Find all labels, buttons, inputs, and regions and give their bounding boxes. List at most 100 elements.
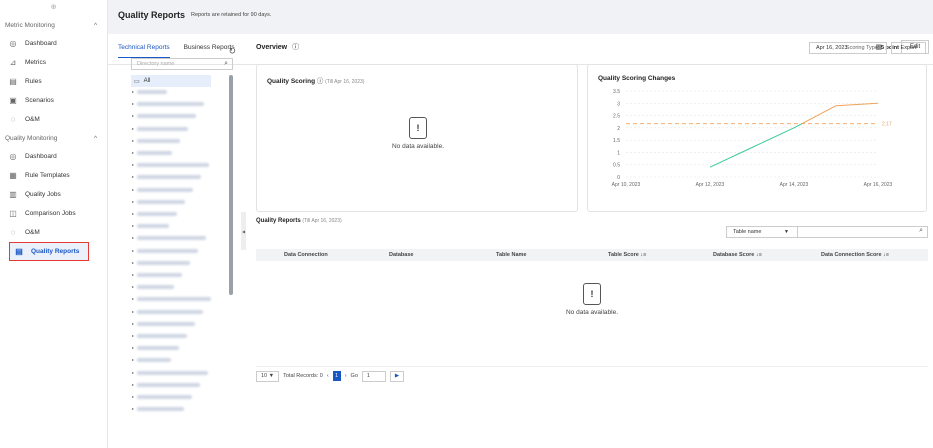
tree-expand-icon[interactable]: ▸ bbox=[132, 345, 134, 350]
tree-expand-icon[interactable]: ▸ bbox=[132, 150, 134, 155]
col-database-score[interactable]: Database Score ↓≡ bbox=[713, 252, 762, 258]
tree-node[interactable] bbox=[137, 285, 174, 290]
tree-node-all-label: All bbox=[143, 78, 151, 84]
sort-icon[interactable]: ↓≡ bbox=[883, 252, 889, 258]
calendar-icon[interactable]: ▦ bbox=[875, 43, 882, 53]
page-size-select[interactable]: 10 ▼ bbox=[256, 370, 280, 382]
sidebar-item-quality-reports[interactable]: ▤ Quality Reports bbox=[9, 242, 89, 261]
tree-expand-icon[interactable]: ▸ bbox=[132, 138, 134, 143]
tree-node[interactable] bbox=[137, 358, 171, 363]
chevron-up-icon[interactable]: ^ bbox=[94, 135, 97, 142]
collapse-handle[interactable]: ◀ bbox=[241, 212, 246, 250]
sidebar-item-scenarios[interactable]: ▣ Scenarios bbox=[0, 91, 107, 110]
tree-node[interactable] bbox=[137, 90, 167, 94]
go-page-input[interactable]: 1 bbox=[361, 370, 386, 382]
tree-expand-icon[interactable]: ▸ bbox=[132, 223, 134, 228]
tree-expand-icon[interactable]: ▸ bbox=[132, 260, 134, 265]
sidebar-item-rule-templates[interactable]: ▦ Rule Templates bbox=[0, 166, 107, 185]
date-picker[interactable]: Apr 16, 2023 ▦ bbox=[809, 42, 887, 54]
filter-select[interactable]: Table name ▼ bbox=[726, 226, 798, 238]
tree-node[interactable] bbox=[137, 260, 190, 265]
export-button[interactable]: Export bbox=[891, 42, 926, 54]
tree-expand-icon[interactable]: ▸ bbox=[132, 357, 134, 362]
sidebar-item-dashboard[interactable]: ◎ Dashboard bbox=[0, 34, 107, 53]
overview-title-text: Overview bbox=[256, 44, 288, 51]
tree-expand-icon[interactable]: ▸ bbox=[132, 333, 134, 338]
tree-node[interactable] bbox=[137, 395, 192, 399]
go-button[interactable]: ▶ bbox=[389, 370, 405, 382]
sort-icon[interactable]: ↓≡ bbox=[756, 252, 762, 258]
tree-node[interactable] bbox=[137, 236, 206, 241]
tree-expand-icon[interactable]: ▸ bbox=[132, 211, 134, 216]
chevron-up-icon[interactable]: ^ bbox=[94, 22, 97, 29]
quality-reports-icon: ▤ bbox=[15, 247, 23, 256]
directory-search-input[interactable]: Directory name ⌕ bbox=[131, 58, 233, 70]
tree-node[interactable] bbox=[137, 407, 184, 412]
sidebar-item-metrics[interactable]: ⊿ Metrics bbox=[0, 53, 107, 72]
tree-node[interactable] bbox=[137, 138, 180, 143]
tree-node[interactable] bbox=[137, 346, 179, 351]
tree-expand-icon[interactable]: ▸ bbox=[132, 309, 134, 314]
current-page[interactable]: 1 bbox=[332, 371, 341, 381]
tree-expand-icon[interactable]: ▸ bbox=[132, 284, 134, 289]
tree-expand-icon[interactable]: ▸ bbox=[132, 101, 134, 106]
tree-node[interactable] bbox=[137, 370, 208, 375]
reports-search-input[interactable]: ⌕ bbox=[798, 226, 928, 238]
tree-node-all[interactable]: ▭ All bbox=[131, 75, 211, 87]
sidebar-item-quality-jobs[interactable]: ▥ Quality Jobs bbox=[0, 185, 107, 204]
sidebar-section-1[interactable]: Quality Monitoring ^ bbox=[0, 129, 107, 147]
tree-expand-icon[interactable]: ▸ bbox=[132, 235, 134, 240]
help-icon[interactable]: ⓘ bbox=[317, 78, 324, 85]
tree-expand-icon[interactable]: ▸ bbox=[132, 113, 134, 118]
tree-expand-icon[interactable]: ▸ bbox=[132, 321, 134, 326]
sidebar-item-o-m[interactable]: ◌ O&M bbox=[0, 110, 107, 129]
tree-node[interactable] bbox=[137, 163, 209, 168]
sidebar-section-0[interactable]: Metric Monitoring ^ bbox=[0, 16, 107, 34]
tree-expand-icon[interactable]: ▸ bbox=[132, 272, 134, 277]
search-icon[interactable]: ⌕ bbox=[919, 227, 923, 235]
tree-node[interactable] bbox=[137, 224, 169, 229]
tree-node[interactable] bbox=[137, 297, 211, 302]
tree-node[interactable] bbox=[137, 309, 203, 314]
tree-expand-icon[interactable]: ▸ bbox=[132, 370, 134, 375]
tree-expand-icon[interactable]: ▸ bbox=[132, 296, 134, 301]
sidebar-item-rules[interactable]: ▤ Rules bbox=[0, 72, 107, 91]
tree-node[interactable] bbox=[137, 151, 172, 155]
tree-expand-icon[interactable]: ▸ bbox=[132, 248, 134, 253]
tree-expand-icon[interactable]: ▸ bbox=[132, 394, 134, 399]
col-data-connection-score[interactable]: Data Connection Score ↓≡ bbox=[821, 252, 889, 258]
tree-expand-icon[interactable]: ▸ bbox=[132, 89, 134, 94]
tree-expand-icon[interactable]: ▸ bbox=[132, 199, 134, 204]
tree-expand-icon[interactable]: ▸ bbox=[132, 382, 134, 387]
pagination-divider bbox=[256, 366, 928, 367]
tree-node[interactable] bbox=[137, 212, 177, 216]
y-tick-label: 1.5 bbox=[613, 138, 620, 144]
sidebar-item-comparison-jobs[interactable]: ◫ Comparison Jobs bbox=[0, 204, 107, 223]
tree-scrollbar[interactable] bbox=[229, 75, 233, 295]
tree-node[interactable] bbox=[137, 382, 200, 387]
next-page-icon[interactable]: › bbox=[345, 373, 347, 379]
tree-node[interactable] bbox=[137, 273, 182, 277]
prev-page-icon[interactable]: ‹ bbox=[327, 373, 329, 379]
sidebar-item-o-m[interactable]: ◌ O&M bbox=[0, 223, 107, 242]
tree-node[interactable] bbox=[137, 199, 185, 204]
tree-expand-icon[interactable]: ▸ bbox=[132, 126, 134, 131]
col-table-score[interactable]: Table Score ↓≡ bbox=[608, 252, 646, 258]
tree-node[interactable] bbox=[137, 102, 204, 107]
tree-node[interactable] bbox=[137, 321, 195, 326]
tree-node[interactable] bbox=[137, 248, 198, 253]
tree-node[interactable] bbox=[137, 175, 201, 180]
refresh-icon[interactable]: ↻ bbox=[228, 46, 236, 57]
sort-icon[interactable]: ↓≡ bbox=[640, 252, 646, 258]
tree-node[interactable] bbox=[137, 187, 193, 192]
tree-expand-icon[interactable]: ▸ bbox=[132, 162, 134, 167]
sidebar-item-dashboard[interactable]: ◎ Dashboard bbox=[0, 147, 107, 166]
tree-node[interactable] bbox=[137, 114, 196, 119]
tree-node[interactable] bbox=[137, 126, 188, 131]
tree-expand-icon[interactable]: ▸ bbox=[132, 187, 134, 192]
help-icon[interactable]: ⓘ bbox=[292, 44, 299, 51]
search-icon[interactable]: ⌕ bbox=[224, 59, 228, 69]
tree-expand-icon[interactable]: ▸ bbox=[132, 406, 134, 411]
tree-node[interactable] bbox=[137, 334, 187, 338]
tree-expand-icon[interactable]: ▸ bbox=[132, 174, 134, 179]
